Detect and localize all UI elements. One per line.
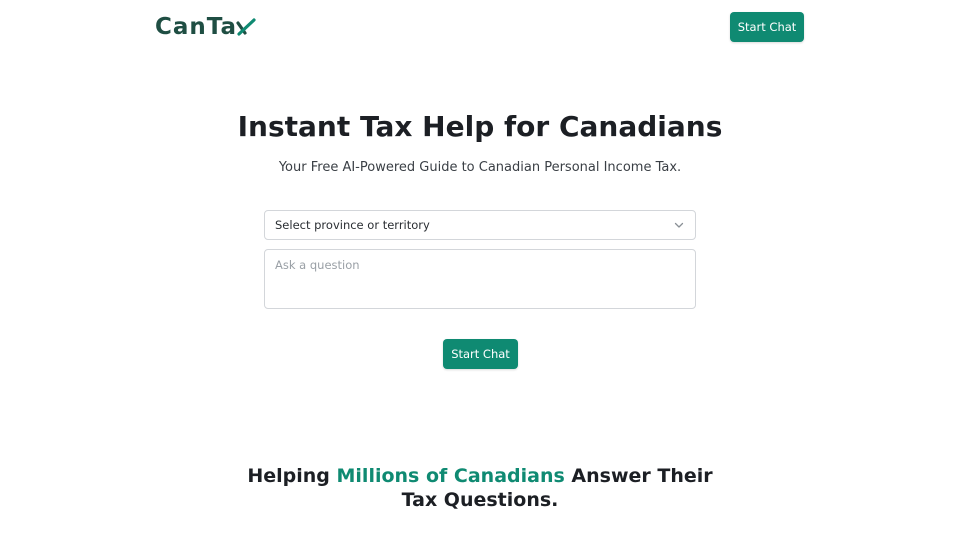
logo-text: CanTa — [155, 14, 238, 40]
province-select-value: Select province or territory — [275, 218, 430, 232]
question-input[interactable] — [264, 249, 696, 309]
logo[interactable]: CanTa — [155, 12, 257, 42]
province-select[interactable]: Select province or territory — [264, 210, 696, 240]
page: CanTa Start Chat Instant Tax Help for Ca… — [0, 0, 960, 540]
stats-heading: Helping Millions of Canadians Answer The… — [230, 464, 730, 512]
x-check-mark-icon — [236, 18, 256, 36]
hero-title: Instant Tax Help for Canadians — [237, 110, 723, 143]
site-header: CanTa Start Chat — [0, 0, 960, 56]
stats-heading-prefix: Helping — [247, 465, 337, 487]
header-start-chat-button[interactable]: Start Chat — [730, 12, 804, 42]
hero-subtitle: Your Free AI-Powered Guide to Canadian P… — [278, 160, 682, 175]
chevron-down-icon — [674, 222, 684, 228]
start-chat-button[interactable]: Start Chat — [443, 339, 518, 369]
stats-heading-highlight: Millions of Canadians — [336, 465, 565, 487]
